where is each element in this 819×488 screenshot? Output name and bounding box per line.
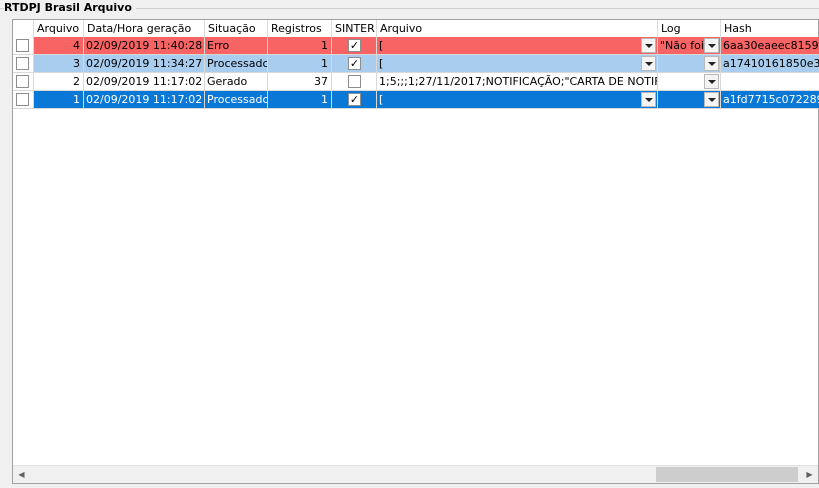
data-hora-cell: 02/09/2019 11:17:02 (84, 91, 205, 109)
scroll-thumb[interactable] (656, 467, 798, 482)
log-cell[interactable] (658, 55, 721, 73)
row-select-cell[interactable] (13, 73, 34, 91)
horizontal-scrollbar[interactable]: ◀ ▶ (13, 465, 818, 483)
data-hora-cell: 02/09/2019 11:34:27 (84, 55, 205, 73)
arquivo-id-cell: 2 (34, 73, 84, 91)
row-select-checkbox[interactable] (16, 39, 29, 52)
sinter-cell[interactable] (332, 73, 377, 91)
scroll-left-icon[interactable]: ◀ (13, 466, 30, 483)
sinter-checkbox[interactable]: ✓ (348, 39, 361, 52)
registros-cell: 1 (268, 55, 332, 73)
log-cell[interactable] (658, 91, 721, 109)
row-select-cell[interactable] (13, 91, 34, 109)
conteudo-text: [ (379, 93, 384, 106)
arquivo-id-cell: 4 (34, 37, 84, 55)
header-data-hora[interactable]: Data/Hora geração (84, 20, 205, 37)
registros-cell: 1 (268, 91, 332, 109)
log-dropdown-icon[interactable] (704, 38, 719, 53)
sinter-cell[interactable]: ✓ (332, 91, 377, 109)
row-select-cell[interactable] (13, 55, 34, 73)
arquivo-id-cell: 1 (34, 91, 84, 109)
sinter-checkbox[interactable]: ✓ (348, 57, 361, 70)
groupbox-title: RTDPJ Brasil Arquivo (4, 1, 136, 14)
registros-cell: 1 (268, 37, 332, 55)
table-row[interactable]: 3 02/09/2019 11:34:27 Processado 1 ✓ [ a174101… (13, 55, 819, 73)
conteudo-dropdown-icon[interactable] (641, 38, 656, 53)
sinter-cell[interactable]: ✓ (332, 37, 377, 55)
situacao-cell: Gerado (205, 73, 268, 91)
conteudo-text: 1;5;;;1;27/11/2017;NOTIFICAÇÃO;"CARTA DE… (379, 75, 658, 88)
header-conteudo[interactable]: Arquivo (377, 20, 658, 37)
hash-cell: a1fd7715c0722891 (721, 91, 819, 109)
header-sinter[interactable]: SINTER (332, 20, 377, 37)
header-situacao[interactable]: Situação (205, 20, 268, 37)
conteudo-cell[interactable]: [ (377, 55, 658, 73)
header-hash[interactable]: Hash (721, 20, 819, 37)
log-dropdown-icon[interactable] (704, 92, 719, 107)
conteudo-dropdown-icon[interactable] (641, 92, 656, 107)
header-selector (13, 20, 34, 37)
arquivo-grid[interactable]: Arquivo Data/Hora geração Situação Regis… (12, 19, 819, 484)
table-row[interactable]: 1 02/09/2019 11:17:02 Processado 1 ✓[a1fd771… (13, 91, 819, 109)
data-hora-cell: 02/09/2019 11:40:28 (84, 37, 205, 55)
table-row[interactable]: 4 02/09/2019 11:40:28 Erro 1 ✓ [ "Não foi p 6aa… (13, 37, 819, 55)
scroll-right-icon[interactable]: ▶ (801, 466, 818, 483)
log-cell[interactable] (658, 73, 721, 91)
arquivo-id-cell: 3 (34, 55, 84, 73)
row-select-checkbox[interactable] (16, 57, 29, 70)
table-row[interactable]: 2 02/09/2019 11:17:02 Gerado 37 1;5;;;1;27/1… (13, 73, 819, 91)
hash-cell (721, 73, 819, 91)
situacao-cell: Erro (205, 37, 268, 55)
conteudo-cell[interactable]: 1;5;;;1;27/11/2017;NOTIFICAÇÃO;"CARTA DE… (377, 73, 658, 91)
header-log[interactable]: Log (658, 20, 721, 37)
conteudo-text: [ (379, 57, 384, 70)
sinter-checkbox[interactable]: ✓ (348, 93, 361, 106)
header-registros[interactable]: Registros (268, 20, 332, 37)
grid-header: Arquivo Data/Hora geração Situação Regis… (13, 20, 818, 38)
registros-cell: 37 (268, 73, 332, 91)
hash-cell: 6aa30eaeec815951 (721, 37, 819, 55)
row-select-checkbox[interactable] (16, 75, 29, 88)
hash-cell: a17410161850e33 (721, 55, 819, 73)
log-dropdown-icon[interactable] (704, 56, 719, 71)
header-arquivo[interactable]: Arquivo (34, 20, 84, 37)
data-hora-cell: 02/09/2019 11:17:02 (84, 73, 205, 91)
situacao-cell: Processado (205, 55, 268, 73)
row-select-cell[interactable] (13, 37, 34, 55)
sinter-cell[interactable]: ✓ (332, 55, 377, 73)
sinter-checkbox[interactable] (348, 75, 361, 88)
conteudo-text: [ (379, 39, 384, 52)
log-cell[interactable]: "Não foi p (658, 37, 721, 55)
log-dropdown-icon[interactable] (704, 74, 719, 89)
conteudo-cell[interactable]: [ (377, 37, 658, 55)
conteudo-cell[interactable]: [ (377, 91, 658, 109)
conteudo-dropdown-icon[interactable] (641, 56, 656, 71)
row-select-checkbox[interactable] (16, 93, 29, 106)
situacao-cell: Processado (205, 91, 268, 109)
